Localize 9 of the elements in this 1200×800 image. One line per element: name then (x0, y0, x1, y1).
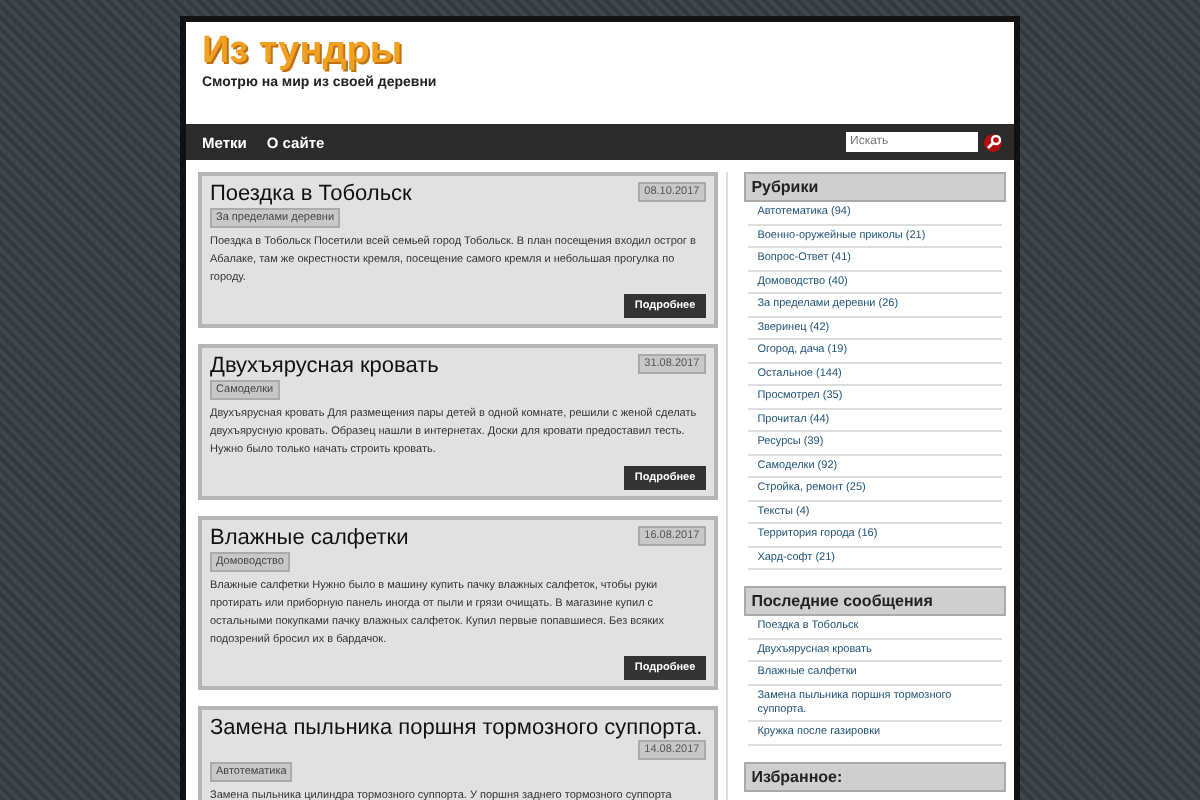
post-title[interactable]: Поездка в Тобольск (210, 182, 412, 206)
search-icon (985, 134, 1001, 150)
post-title[interactable]: Замена пыльника поршня тормозного суппорта. (210, 716, 703, 740)
post-title[interactable]: Влажные салфетки (210, 526, 409, 550)
widget-title: Рубрики (743, 172, 1006, 202)
widget-title: Избранное: (743, 761, 1006, 791)
search-button[interactable] (984, 133, 1002, 151)
post-title[interactable]: Двухъярусная кровать (210, 354, 439, 378)
widget-title: Последние сообщения (743, 586, 1006, 616)
